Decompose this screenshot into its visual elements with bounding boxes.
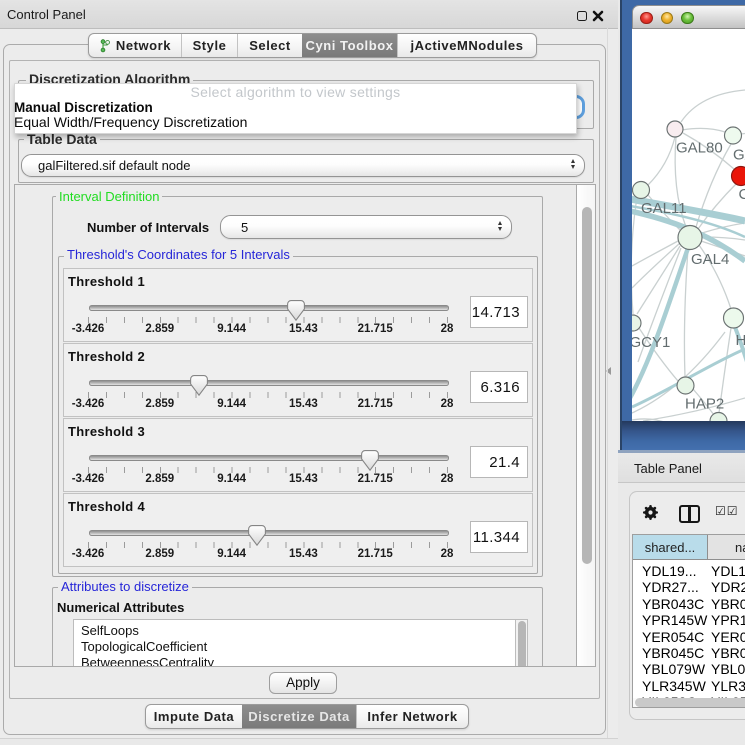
- svg-text:GAL4: GAL4: [691, 251, 729, 268]
- svg-text:GAL11: GAL11: [641, 200, 687, 217]
- svg-text:GA: GA: [733, 147, 745, 164]
- svg-text:HAP2: HAP2: [685, 396, 724, 413]
- svg-text:C: C: [739, 186, 745, 203]
- svg-text:H: H: [736, 332, 745, 349]
- svg-text:GCY1: GCY1: [632, 334, 670, 351]
- svg-text:GAL80: GAL80: [676, 140, 723, 157]
